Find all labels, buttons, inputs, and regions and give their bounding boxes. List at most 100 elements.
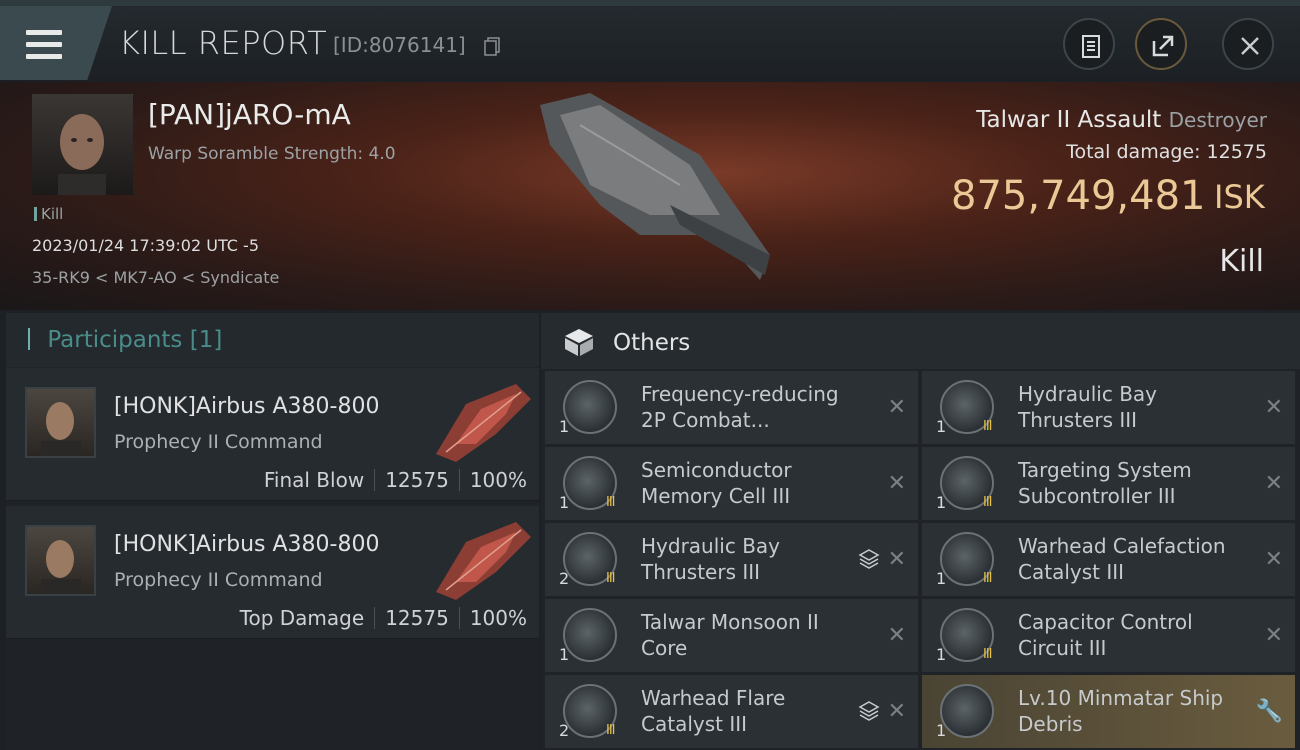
item-icon <box>563 380 617 434</box>
item-icon <box>563 608 617 662</box>
page-title: KILL REPORT <box>119 24 328 62</box>
remove-icon[interactable]: ✕ <box>1265 623 1283 648</box>
victim-ship[interactable]: Talwar II Assault Destroyer <box>976 107 1267 133</box>
item-name-line-1: Talwar Monsoon II <box>641 610 819 634</box>
item-quantity: 2 <box>559 569 570 588</box>
item-name-line-1: Lv.10 Minmatar Ship <box>1018 686 1224 710</box>
item-tile[interactable]: 1 Talwar Monsoon II Core ✕ <box>545 599 918 672</box>
hamburger-menu-icon[interactable] <box>26 30 62 60</box>
clipboard-icon <box>1082 35 1100 58</box>
remove-icon[interactable]: ✕ <box>1265 547 1283 572</box>
others-panel: Others 1 Frequency-reducing 2P Combat... ✕ 1… <box>541 313 1300 750</box>
kill-datetime: 2023/01/24 17:39:02 UTC -5 <box>32 236 260 255</box>
total-damage-label: Total damage: <box>1066 141 1201 163</box>
kill-location[interactable]: 35-RK9 < MK7-AO < Syndicate <box>32 268 279 287</box>
participant-percent: 100% <box>469 606 527 630</box>
participants-panel: Participants [1] [HONK]Airbus A380-800 P… <box>6 313 539 750</box>
item-name-line-2: 2P Combat... <box>641 408 770 432</box>
stack-icon[interactable] <box>858 548 880 570</box>
participants-count: [1] <box>189 327 223 353</box>
warp-scramble-strength: Warp Soramble Strength: 4.0 <box>148 144 396 164</box>
close-icon <box>1241 37 1259 55</box>
item-quantity: 1 <box>936 721 947 740</box>
item-tile[interactable]: 1 Frequency-reducing 2P Combat... ✕ <box>545 371 918 444</box>
item-quantity: 1 <box>559 493 570 512</box>
isk-unit: ISK <box>1214 178 1265 216</box>
kill-tag: Kill <box>34 205 63 223</box>
avatar <box>25 525 96 596</box>
item-name: Frequency-reducing 2P Combat... <box>641 381 861 433</box>
item-name-line-2: Thrusters III <box>1018 408 1138 432</box>
item-tile[interactable]: 1 III Capacitor Control Circuit III ✕ <box>922 599 1295 672</box>
participant-percent: 100% <box>469 468 527 492</box>
header-bar: KILL REPORT [ID:8076141] <box>0 0 1300 82</box>
participant-card[interactable]: [HONK]Airbus A380-800 Prophecy II Comman… <box>6 368 539 501</box>
remove-icon[interactable]: ✕ <box>888 699 906 724</box>
participants-label: Participants <box>47 327 183 353</box>
menu-button[interactable] <box>0 6 112 80</box>
remove-icon[interactable]: ✕ <box>888 471 906 496</box>
stack-icon[interactable] <box>858 700 880 722</box>
participant-ship-image <box>436 522 531 600</box>
avatar <box>58 114 106 195</box>
participant-stats: Top Damage 12575 100% <box>240 606 527 630</box>
item-quantity: 1 <box>936 569 947 588</box>
item-quantity: 1 <box>559 645 570 664</box>
victim-portrait[interactable] <box>32 94 133 195</box>
remove-icon[interactable]: ✕ <box>888 623 906 648</box>
participant-name: [HONK]Airbus A380-800 <box>114 532 380 557</box>
share-icon <box>1152 35 1174 57</box>
item-tile[interactable]: 2 III Warhead Flare Catalyst III ✕ <box>545 675 918 748</box>
participants-header: Participants [1] <box>6 313 539 367</box>
kill-result: Kill <box>1219 244 1264 279</box>
item-name: Talwar Monsoon II Core <box>641 609 861 661</box>
item-name-line-1: Capacitor Control <box>1018 610 1193 634</box>
participant-ship: Prophecy II Command <box>114 431 323 453</box>
item-name-line-1: Semiconductor <box>641 458 792 482</box>
participant-role: Final Blow <box>263 468 365 492</box>
item-level: III <box>606 723 615 738</box>
item-level: III <box>983 571 992 586</box>
victim-ship-image <box>540 93 770 280</box>
item-name: Hydraulic Bay Thrusters III <box>641 533 861 585</box>
item-tile[interactable]: 1 III Semiconductor Memory Cell III ✕ <box>545 447 918 520</box>
victim-name[interactable]: [PAN]jARO-mA <box>148 98 351 131</box>
share-button[interactable] <box>1135 18 1187 70</box>
item-name-line-1: Hydraulic Bay <box>641 534 781 558</box>
avatar <box>25 387 96 458</box>
total-damage-value: 12575 <box>1206 141 1267 163</box>
participant-damage: 12575 <box>385 606 449 630</box>
ship-name: Talwar II Assault <box>976 107 1162 133</box>
item-name: Targeting System Subcontroller III <box>1018 457 1238 509</box>
item-tile[interactable]: 1 III Hydraulic Bay Thrusters III ✕ <box>922 371 1295 444</box>
item-level: III <box>983 647 992 662</box>
remove-icon[interactable]: ✕ <box>1265 471 1283 496</box>
remove-icon[interactable]: ✕ <box>888 395 906 420</box>
copy-icon[interactable] <box>484 37 500 56</box>
remove-icon[interactable]: ✕ <box>888 547 906 572</box>
ship-class: Destroyer <box>1168 108 1267 132</box>
total-damage: Total damage: 12575 <box>1066 141 1267 163</box>
item-name: Warhead Flare Catalyst III <box>641 685 861 737</box>
remove-icon[interactable]: ✕ <box>1265 395 1283 420</box>
item-name-line-2: Core <box>641 636 688 660</box>
item-level: III <box>606 571 615 586</box>
item-level: III <box>606 495 615 510</box>
clipboard-button[interactable] <box>1063 18 1115 70</box>
item-tile[interactable]: 2 III Hydraulic Bay Thrusters III ✕ <box>545 523 918 596</box>
item-name: Semiconductor Memory Cell III <box>641 457 861 509</box>
participant-card[interactable]: [HONK]Airbus A380-800 Prophecy II Comman… <box>6 506 539 639</box>
item-quantity: 1 <box>936 645 947 664</box>
item-tile[interactable]: 1 Lv.10 Minmatar Ship Debris 🔧 <box>922 675 1295 748</box>
close-button[interactable] <box>1222 18 1274 70</box>
participant-ship: Prophecy II Command <box>114 569 323 591</box>
item-name-line-1: Targeting System <box>1018 458 1192 482</box>
item-tile[interactable]: 1 III Targeting System Subcontroller III ✕ <box>922 447 1295 520</box>
wrench-icon[interactable]: 🔧 <box>1256 699 1283 724</box>
participant-role: Top Damage <box>239 606 365 630</box>
item-name: Hydraulic Bay Thrusters III <box>1018 381 1238 433</box>
item-name-line-2: Circuit III <box>1018 636 1107 660</box>
item-tile[interactable]: 1 III Warhead Calefaction Catalyst III ✕ <box>922 523 1295 596</box>
item-quantity: 1 <box>559 417 570 436</box>
item-quantity: 2 <box>559 721 570 740</box>
